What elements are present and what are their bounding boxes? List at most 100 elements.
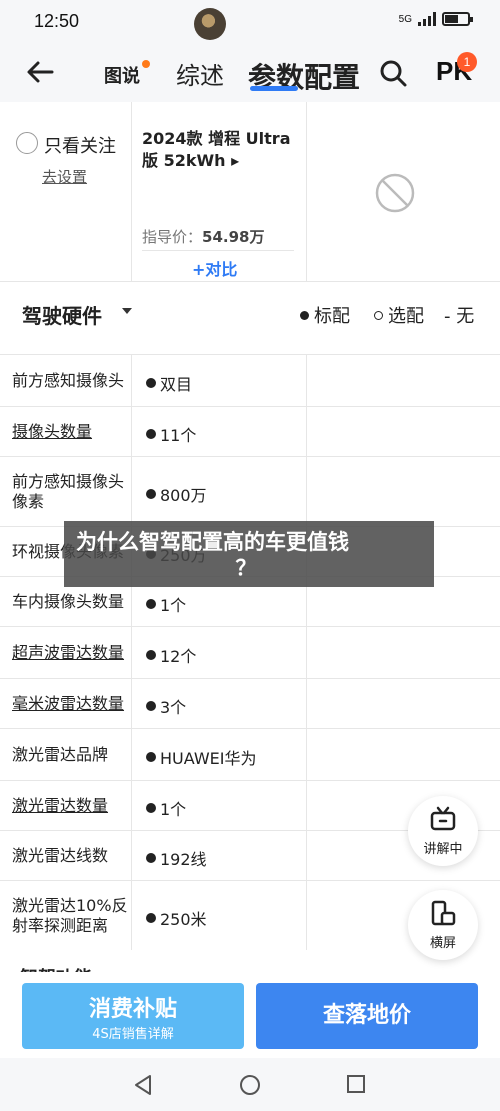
guide-price-label: 指导价： bbox=[142, 228, 203, 246]
pk-count-badge: 1 bbox=[457, 52, 477, 72]
standard-dot-icon bbox=[146, 378, 156, 388]
floor-price-button[interactable]: 查落地价 bbox=[256, 983, 478, 1049]
guide-price-value: 54.98万 bbox=[202, 228, 265, 246]
standard-dot-icon bbox=[146, 803, 156, 813]
consumer-subsidy-button[interactable]: 消费补贴 4S店销售详解 bbox=[22, 983, 244, 1049]
car-name[interactable]: 2024款 增程 Ultra版 52kWh ▸ bbox=[142, 128, 302, 172]
column-divider bbox=[306, 679, 307, 728]
param-value-text: 192线 bbox=[160, 850, 207, 869]
landscape-button[interactable]: 横屏 bbox=[408, 890, 478, 960]
status-bar: 12:50 5G bbox=[0, 0, 500, 46]
status-time: 12:50 bbox=[34, 11, 80, 31]
column-divider bbox=[306, 355, 307, 406]
param-label: 前方感知摄像头像素 bbox=[12, 472, 125, 511]
nav-recents-icon[interactable] bbox=[346, 1074, 366, 1094]
overlay-line-1: 为什么智驾配置高的车更值钱 bbox=[76, 530, 349, 554]
subsidy-main-label: 消费补贴 bbox=[88, 997, 177, 1022]
param-row: 前方感知摄像头像素 800万 bbox=[0, 456, 500, 526]
column-divider bbox=[131, 881, 132, 950]
add-compare-button[interactable]: +对比 bbox=[192, 256, 237, 280]
column-divider bbox=[306, 729, 307, 780]
guide-price: 指导价：54.98万 bbox=[142, 226, 264, 247]
param-value-text: 12个 bbox=[160, 647, 197, 666]
param-value: 800万 bbox=[146, 482, 207, 506]
param-label[interactable]: 摄像头数量 bbox=[12, 422, 92, 442]
tv-icon bbox=[430, 806, 456, 831]
column-divider bbox=[306, 881, 307, 950]
overlay-line-2: ？ bbox=[235, 556, 257, 580]
active-tab-indicator bbox=[250, 86, 298, 91]
param-value: 192线 bbox=[146, 846, 207, 870]
search-icon[interactable] bbox=[378, 58, 408, 88]
nav-home-icon[interactable] bbox=[239, 1074, 261, 1096]
hollow-dot-icon bbox=[374, 311, 383, 320]
column-divider bbox=[131, 627, 132, 678]
param-value-text: 800万 bbox=[160, 486, 207, 505]
param-label[interactable]: 超声波雷达数量 bbox=[12, 643, 124, 663]
param-value: HUAWEI华为 bbox=[146, 745, 256, 769]
param-label: 激光雷达品牌 bbox=[12, 745, 109, 764]
column-divider bbox=[306, 102, 307, 282]
param-label: 前方感知摄像头 bbox=[12, 371, 125, 390]
legend-standard-label: 标配 bbox=[314, 306, 350, 327]
param-value: 1个 bbox=[146, 592, 186, 616]
notification-avatar-icon bbox=[194, 8, 226, 40]
param-value: 250米 bbox=[146, 906, 207, 930]
follow-setting-link[interactable]: 去设置 bbox=[42, 166, 87, 187]
param-value-text: 250米 bbox=[160, 910, 207, 929]
param-row: 超声波雷达数量 12个 bbox=[0, 626, 500, 678]
standard-dot-icon bbox=[146, 752, 156, 762]
empty-slot-icon bbox=[375, 173, 415, 213]
standard-dot-icon bbox=[146, 853, 156, 863]
param-row: 毫米波雷达数量 3个 bbox=[0, 678, 500, 728]
column-divider bbox=[306, 457, 307, 526]
column-divider bbox=[131, 781, 132, 830]
follow-only-radio[interactable] bbox=[16, 132, 38, 154]
section-header: 驾驶硬件 标配 选配 - 无 bbox=[0, 282, 500, 342]
tab-pictures[interactable]: 图说 bbox=[104, 62, 140, 88]
param-value-text: HUAWEI华为 bbox=[160, 749, 257, 768]
standard-dot-icon bbox=[146, 599, 156, 609]
column-divider bbox=[131, 457, 132, 526]
param-row: 前方感知摄像头 双目 bbox=[0, 354, 500, 406]
nav-back-icon[interactable] bbox=[133, 1074, 153, 1096]
column-divider bbox=[131, 355, 132, 406]
overlay-title: 为什么智驾配置高的车更值钱 ？ bbox=[76, 529, 416, 581]
section-title[interactable]: 驾驶硬件 bbox=[22, 300, 102, 329]
follow-only-label[interactable]: 只看关注 bbox=[44, 132, 116, 158]
legend-optional-label: 选配 bbox=[388, 306, 424, 327]
back-arrow-icon[interactable] bbox=[22, 54, 58, 90]
param-value: 3个 bbox=[146, 694, 186, 718]
column-divider bbox=[131, 679, 132, 728]
action-bar: 消费补贴 4S店销售详解 查落地价 bbox=[0, 972, 500, 1058]
top-nav: 图说 综述 参数配置 PK 1 bbox=[0, 46, 500, 102]
column-divider bbox=[306, 831, 307, 880]
param-value: 11个 bbox=[146, 422, 196, 446]
standard-dot-icon bbox=[146, 489, 156, 499]
param-label[interactable]: 激光雷达数量 bbox=[12, 796, 108, 816]
param-label: 激光雷达线数 bbox=[12, 846, 109, 865]
column-divider bbox=[306, 781, 307, 830]
legend-standard: 标配 bbox=[300, 302, 350, 328]
landscape-label: 横屏 bbox=[429, 936, 456, 951]
standard-dot-icon bbox=[146, 429, 156, 439]
param-row: 激光雷达品牌 HUAWEI华为 bbox=[0, 728, 500, 780]
system-nav-bar bbox=[0, 1058, 500, 1111]
param-value: 1个 bbox=[146, 796, 186, 820]
column-divider bbox=[306, 627, 307, 678]
standard-dot-icon bbox=[146, 913, 156, 923]
tab-pictures-dot bbox=[142, 60, 150, 68]
car-name-text: 2024款 增程 Ultra版 52kWh bbox=[142, 129, 291, 170]
battery-level bbox=[445, 15, 458, 23]
param-value-text: 11个 bbox=[160, 426, 197, 445]
explain-button[interactable]: 讲解中 bbox=[408, 796, 478, 866]
param-value: 双目 bbox=[146, 371, 192, 395]
param-row: 摄像头数量 11个 bbox=[0, 406, 500, 456]
param-value-text: 1个 bbox=[160, 800, 187, 819]
section-dropdown-icon[interactable] bbox=[122, 308, 132, 314]
tab-overview[interactable]: 综述 bbox=[176, 56, 224, 91]
battery-icon bbox=[442, 12, 473, 26]
param-value-text: 双目 bbox=[160, 375, 193, 394]
param-label[interactable]: 毫米波雷达数量 bbox=[12, 694, 124, 714]
dash-icon: - bbox=[444, 306, 451, 327]
